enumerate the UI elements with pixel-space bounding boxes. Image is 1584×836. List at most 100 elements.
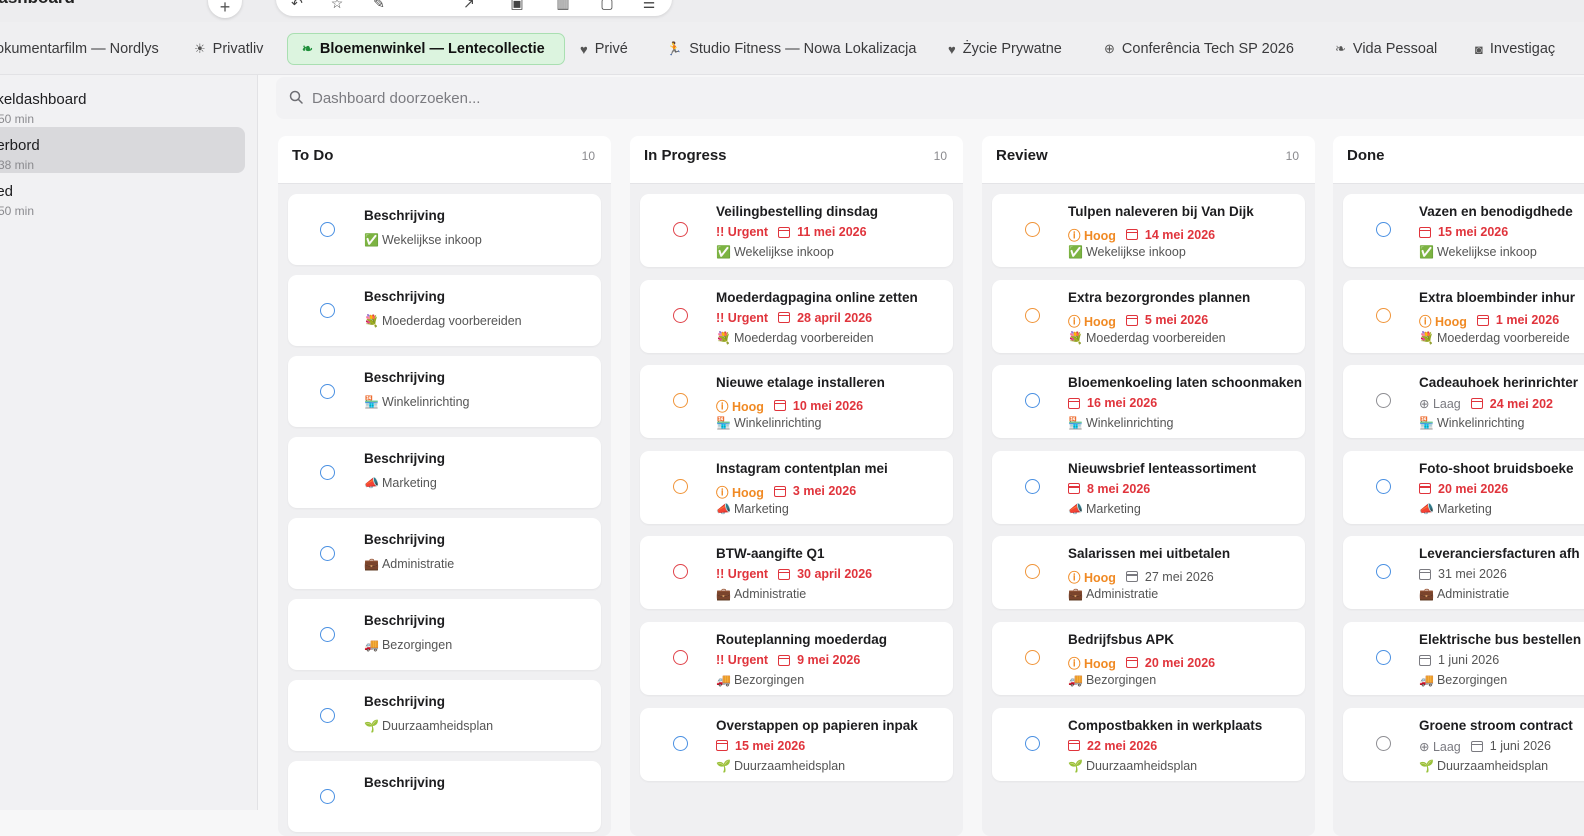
status-circle-icon[interactable] <box>673 393 688 409</box>
status-circle-icon[interactable] <box>1025 564 1040 580</box>
sidebar-item-planned[interactable]: ned r, 50 min <box>0 173 245 219</box>
calendar-icon <box>1419 483 1431 495</box>
task-card[interactable]: Beschrijving 📣 Marketing <box>288 437 601 508</box>
task-card[interactable]: Beschrijving 🌱 Duurzaamheidsplan <box>288 680 601 751</box>
card-title: Beschrijving <box>364 613 446 628</box>
task-card[interactable]: Foto-shoot bruidsboeke 20 mei 2026 📣 Market… <box>1343 450 1584 524</box>
task-card[interactable]: Elektrische bus bestellen 1 juni 2026 🚚 Bez… <box>1343 622 1584 695</box>
column-header: Review 10 <box>982 136 1315 184</box>
card-title: Beschrijving <box>364 289 446 304</box>
calendar-icon <box>778 568 791 580</box>
task-card[interactable]: Nieuwsbrief lenteassortiment 8 mei 2026 📣 M… <box>992 450 1305 524</box>
tab-investigacao[interactable]: ◙ Investigaç <box>1475 33 1555 65</box>
status-circle-icon[interactable] <box>320 627 335 642</box>
sliders-icon[interactable]: ⚌ <box>640 0 658 10</box>
status-circle-icon[interactable] <box>673 735 688 751</box>
status-circle-icon[interactable] <box>673 478 688 494</box>
task-card[interactable]: Beschrijving ✅ Wekelijkse inkoop <box>288 194 601 265</box>
tab-zycie[interactable]: ♥ Życie Prywatne <box>948 33 1062 65</box>
task-card[interactable]: Routeplanning moederdag !! Urgent 9 mei 20… <box>640 622 953 695</box>
status-circle-icon[interactable] <box>1376 307 1391 323</box>
arrow-icon[interactable]: ↗ <box>460 0 478 10</box>
calendar-icon <box>1125 571 1138 583</box>
project-label: Duurzaamheidsplan <box>1436 758 1549 773</box>
card-title: Beschrijving <box>364 451 446 466</box>
project-label: Moederdag voorbereiden <box>381 314 522 328</box>
task-card[interactable]: Groene stroom contract ⊕ Laag 1 juni 2026 🌱… <box>1343 707 1584 781</box>
status-circle-icon[interactable] <box>1376 393 1391 409</box>
status-circle-icon[interactable] <box>1376 735 1391 751</box>
project-icon: 📣 <box>716 501 731 516</box>
undo-icon[interactable]: ↶ <box>288 0 306 10</box>
tab-vida-pessoal[interactable]: ❧ Vida Pessoal <box>1335 33 1437 65</box>
status-circle-icon[interactable] <box>1376 478 1391 494</box>
add-button[interactable]: + <box>208 0 242 18</box>
task-card[interactable]: Cadeauhoek herinrichter ⊕ Laag 24 mei 202 🏪… <box>1343 365 1584 439</box>
status-circle-icon[interactable] <box>673 650 688 665</box>
status-circle-icon[interactable] <box>320 789 335 804</box>
tab-privatliv[interactable]: ☀ Privatliv <box>194 33 263 65</box>
task-card[interactable]: Beschrijving 🏪 Winkelinrichting <box>288 356 601 427</box>
sidebar-item-winkeldashboard[interactable]: nkeldashboard r, 50 min <box>0 81 245 127</box>
task-card[interactable]: Beschrijving 💼 Administratie <box>288 518 601 589</box>
tools-icon[interactable]: ✎ <box>370 0 388 10</box>
status-circle-icon[interactable] <box>320 384 335 399</box>
task-card[interactable]: Salarissen mei uitbetalen ⓘ Hoog 27 mei 20… <box>992 536 1305 610</box>
status-circle-icon[interactable] <box>1025 478 1040 494</box>
star-icon[interactable]: ☆ <box>328 0 346 10</box>
task-card[interactable]: Leveranciersfacturen afh 31 mei 2026 💼 Admi… <box>1343 536 1584 610</box>
status-circle-icon[interactable] <box>320 303 335 318</box>
tab-label: Conferência Tech SP 2026 <box>1121 41 1294 57</box>
due-date: 9 mei 2026 <box>797 653 861 667</box>
status-circle-icon[interactable] <box>320 708 335 723</box>
task-card[interactable]: Veilingbestelling dinsdag !! Urgent 11 mei… <box>640 194 953 267</box>
sidebar-item-name: nkeldashboard <box>0 91 87 108</box>
status-circle-icon[interactable] <box>673 564 688 580</box>
tab-bloemenwinkel[interactable]: ❧ Bloemenwinkel — Lentecollectie <box>287 33 565 65</box>
task-card[interactable]: Beschrijving <box>288 761 601 832</box>
status-circle-icon[interactable] <box>1025 650 1040 665</box>
card-project: 💼 Administratie <box>364 557 454 571</box>
task-card[interactable]: Instagram contentplan mei ⓘ Hoog 3 mei 202… <box>640 450 953 524</box>
sidebar-item-takenbord[interactable]: derbord r, 38 min <box>0 127 245 173</box>
card-title: Beschrijving <box>364 694 446 709</box>
status-circle-icon[interactable] <box>1376 222 1391 237</box>
task-card[interactable]: Moederdagpagina online zetten !! Urgent 28… <box>640 279 953 353</box>
task-card[interactable]: Tulpen naleveren bij Van Dijk ⓘ Hoog 14 me… <box>992 194 1305 267</box>
task-card[interactable]: Extra bloembinder inhur ⓘ Hoog 1 mei 2026 💐… <box>1343 279 1584 353</box>
tab-label: Studio Fitness — Nowa Lokalizacja <box>689 41 917 57</box>
task-card[interactable]: Bloemenkoeling laten schoonmaken 16 mei 2… <box>992 365 1305 439</box>
task-card[interactable]: Beschrijving 💐 Moederdag voorbereiden <box>288 275 601 346</box>
tab-conferencia[interactable]: ⊕ Conferência Tech SP 2026 <box>1104 33 1294 65</box>
project-icon: 📣 <box>1419 501 1434 516</box>
task-card[interactable]: BTW-aangifte Q1 !! Urgent 30 april 2026 💼 Ad… <box>640 536 953 610</box>
project-icon: ✅ <box>716 245 731 259</box>
status-circle-icon[interactable] <box>673 222 688 237</box>
task-card[interactable]: Compostbakken in werkplaats 22 mei 2026 🌱 D… <box>992 707 1305 781</box>
task-card[interactable]: Beschrijving 🚚 Bezorgingen <box>288 599 601 670</box>
status-circle-icon[interactable] <box>1025 307 1040 323</box>
project-label: Marketing <box>733 501 789 516</box>
search-input[interactable] <box>312 88 912 108</box>
status-circle-icon[interactable] <box>320 465 335 480</box>
tab-studio-fitness[interactable]: 🏃 Studio Fitness — Nowa Lokalizacja <box>666 33 916 65</box>
status-circle-icon[interactable] <box>1376 564 1391 580</box>
status-circle-icon[interactable] <box>1025 735 1040 751</box>
trash-icon[interactable]: ▥ <box>554 0 572 10</box>
status-circle-icon[interactable] <box>320 222 335 237</box>
status-circle-icon[interactable] <box>320 546 335 561</box>
card-meta: !! Urgent 30 april 2026 <box>716 567 872 581</box>
task-card[interactable]: Nieuwe etalage installeren ⓘ Hoog 10 mei 2… <box>640 365 953 439</box>
window-icon[interactable]: ▣ <box>508 0 526 10</box>
tab-prive[interactable]: ♥ Privé <box>580 33 628 65</box>
square-icon[interactable]: ▢ <box>598 0 616 10</box>
status-circle-icon[interactable] <box>673 307 688 323</box>
status-circle-icon[interactable] <box>1025 393 1040 409</box>
task-card[interactable]: Vazen en benodigdhede 15 mei 2026 ✅ Wekelij… <box>1343 194 1584 267</box>
status-circle-icon[interactable] <box>1376 650 1391 665</box>
tab-documentary[interactable]: okumentarfilm — Nordlys <box>0 33 159 65</box>
task-card[interactable]: Bedrijfsbus APK ⓘ Hoog 20 mei 2026 🚚 Bezorgi… <box>992 622 1305 695</box>
task-card[interactable]: Extra bezorgrondes plannen ⓘ Hoog 5 mei 20… <box>992 279 1305 353</box>
task-card[interactable]: Overstappen op papieren inpak 15 mei 2026… <box>640 707 953 781</box>
status-circle-icon[interactable] <box>1025 222 1040 237</box>
